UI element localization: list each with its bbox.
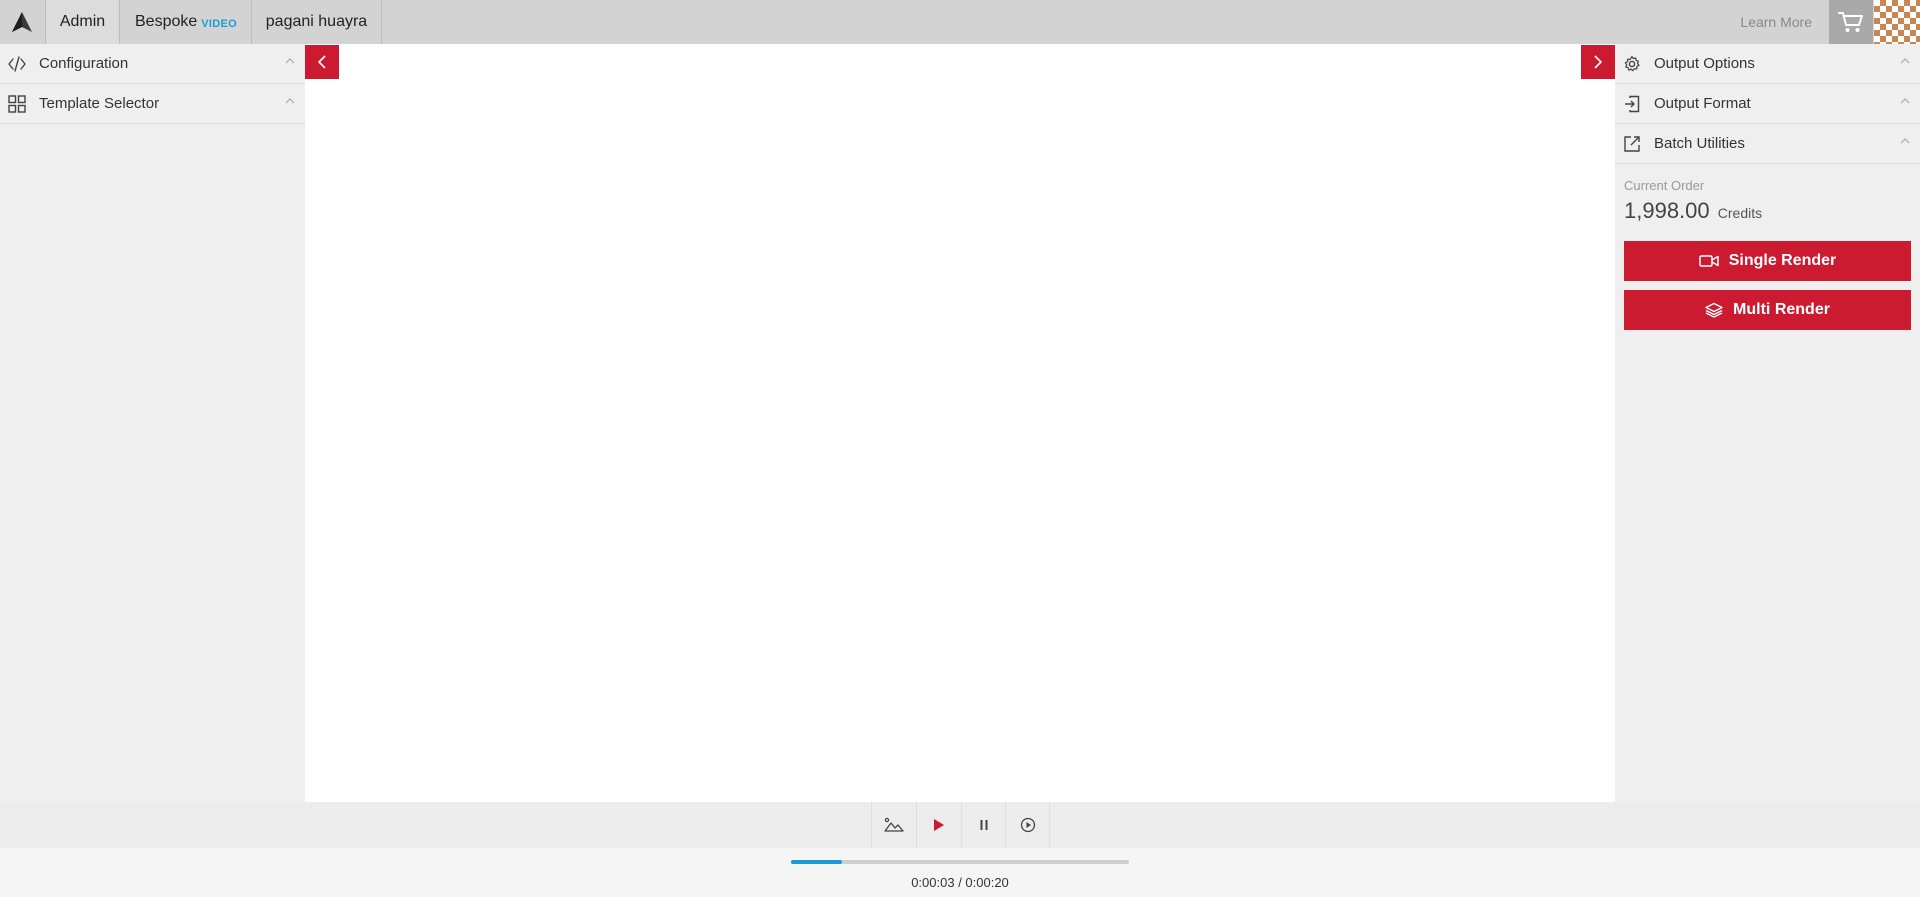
timeline: 0:00:03 / 0:00:20: [0, 848, 1920, 897]
panel-label: Output Options: [1654, 55, 1755, 72]
nav-admin-tab[interactable]: Admin: [45, 0, 120, 44]
cart-button[interactable]: [1829, 0, 1873, 44]
external-link-icon: [1623, 135, 1641, 153]
panel-output-options[interactable]: Output Options: [1615, 44, 1920, 84]
progress-bar[interactable]: [791, 860, 1129, 864]
order-unit: Credits: [1717, 205, 1763, 221]
current-order-label: Current Order: [1624, 178, 1705, 193]
code-icon: [8, 55, 26, 73]
layers-icon: [1705, 302, 1723, 318]
import-icon: [1623, 95, 1641, 113]
left-sidebar: Configuration Template Selector: [0, 44, 305, 802]
video-camera-icon: [1698, 255, 1719, 267]
grid-icon: [8, 94, 26, 113]
logo-icon[interactable]: [0, 0, 44, 44]
panel-label: Template Selector: [39, 95, 160, 112]
chevron-up-icon: [285, 58, 295, 64]
panel-batch-utilities[interactable]: Batch Utilities: [1615, 124, 1920, 164]
multi-render-button[interactable]: Multi Render: [1624, 290, 1911, 330]
play-icon: [933, 819, 944, 831]
panel-label: Batch Utilities: [1654, 135, 1745, 152]
chevron-left-icon: [317, 55, 326, 69]
panel-configuration[interactable]: Configuration: [0, 44, 305, 84]
chevron-up-icon: [1900, 138, 1910, 144]
snapshot-button[interactable]: [871, 802, 915, 848]
right-sidebar: Output Options Output Format Batch Utili…: [1615, 44, 1920, 802]
nav-bespoke-label: Bespoke: [135, 13, 198, 30]
chevron-up-icon: [1900, 98, 1910, 104]
learn-more-link[interactable]: Learn More: [1740, 0, 1812, 44]
panel-label: Output Format: [1654, 95, 1751, 112]
single-render-button[interactable]: Single Render: [1624, 241, 1911, 281]
replay-button[interactable]: [1005, 802, 1050, 848]
play-circle-icon: [1020, 817, 1035, 833]
collapse-left-button[interactable]: [305, 45, 339, 79]
panel-template-selector[interactable]: Template Selector: [0, 84, 305, 124]
image-icon: [883, 817, 904, 832]
single-render-label: Single Render: [1728, 252, 1837, 269]
panel-output-format[interactable]: Output Format: [1615, 84, 1920, 124]
chevron-right-icon: [1594, 55, 1603, 69]
order-amount: 1,998.00: [1624, 198, 1710, 223]
top-bar: Admin Bespoke VIDEO pagani huayra Learn …: [0, 0, 1920, 44]
player-controls: [0, 802, 1920, 848]
nav-bespoke-tab[interactable]: Bespoke VIDEO: [121, 0, 252, 44]
panel-label: Configuration: [39, 55, 129, 72]
order-total: 1,998.00 Credits: [1624, 198, 1920, 224]
nav-project-tab[interactable]: pagani huayra: [252, 0, 382, 44]
video-tag: VIDEO: [201, 17, 237, 30]
cart-icon: [1838, 12, 1863, 32]
nav-project-label: pagani huayra: [265, 13, 368, 30]
chevron-up-icon: [1900, 58, 1910, 64]
avatar[interactable]: [1874, 0, 1920, 44]
progress-fill: [791, 860, 842, 864]
collapse-right-button[interactable]: [1581, 45, 1615, 79]
pause-button[interactable]: [961, 802, 1005, 848]
multi-render-label: Multi Render: [1733, 301, 1830, 318]
gear-icon: [1623, 55, 1641, 73]
nav-admin-label: Admin: [59, 13, 106, 30]
play-button[interactable]: [916, 802, 960, 848]
time-display: 0:00:03 / 0:00:20: [911, 875, 1009, 890]
chevron-up-icon: [285, 98, 295, 104]
pause-icon: [980, 820, 987, 830]
